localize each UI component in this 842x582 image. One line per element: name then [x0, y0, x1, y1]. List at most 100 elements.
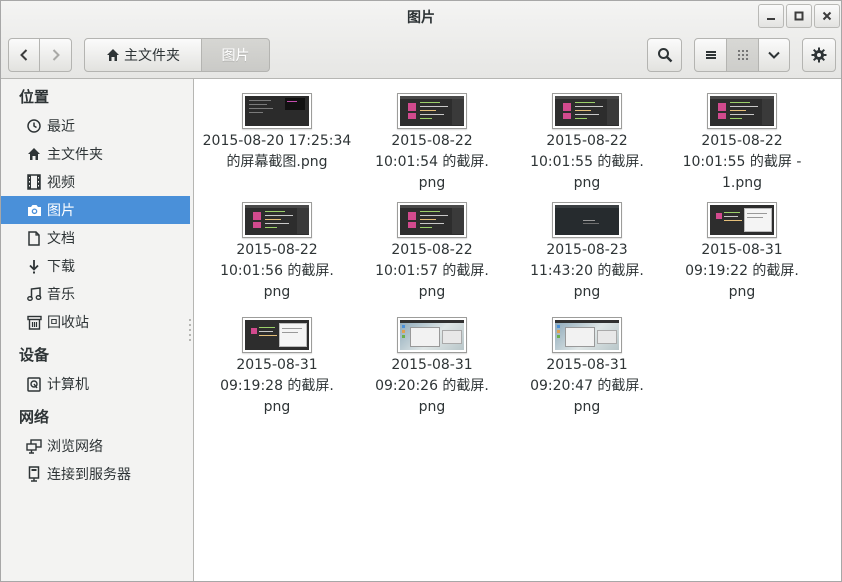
sidebar-item-home[interactable]: 主文件夹 — [1, 140, 190, 168]
view-options-button[interactable] — [758, 38, 790, 72]
file-thumbnail — [242, 202, 312, 238]
file-thumbnail — [552, 317, 622, 353]
file-thumbnail — [707, 93, 777, 129]
sidebar-item-label: 回收站 — [47, 315, 89, 331]
sidebar-item-pictures[interactable]: 图片 — [1, 196, 190, 224]
file-item[interactable]: 2015-08-20 17:25:34 的屏幕截图.png — [200, 93, 354, 173]
sidebar-item-videos[interactable]: 视频 — [1, 168, 190, 196]
section-network: 网络 — [19, 408, 50, 426]
gear-icon — [811, 47, 827, 63]
file-thumbnail — [397, 317, 467, 353]
file-thumbnail — [242, 317, 312, 353]
sidebar-item-computer[interactable]: 计算机 — [1, 370, 190, 398]
file-item[interactable]: 2015-08-31 09:19:22 的截屏. png — [665, 202, 819, 303]
chevron-left-icon — [20, 49, 28, 61]
sidebar-item-label: 图片 — [47, 203, 75, 219]
maximize-icon — [794, 11, 804, 21]
file-item[interactable]: 2015-08-31 09:20:26 的截屏. png — [355, 317, 509, 418]
computer-icon — [26, 376, 42, 392]
file-name: 2015-08-31 09:20:26 的截屏. png — [375, 357, 489, 415]
breadcrumb-current-label: 图片 — [221, 48, 250, 64]
file-name: 2015-08-31 09:19:28 的截屏. png — [220, 357, 334, 415]
sidebar-item-label: 音乐 — [47, 287, 75, 303]
minimize-button[interactable] — [758, 4, 784, 28]
clock-icon — [26, 118, 42, 134]
file-item[interactable]: 2015-08-22 10:01:55 的截屏 - 1.png — [665, 93, 819, 194]
back-button[interactable] — [8, 38, 40, 72]
file-name: 2015-08-22 10:01:57 的截屏. png — [375, 242, 489, 300]
network-icon — [26, 438, 42, 454]
sidebar-item-label: 文档 — [47, 231, 75, 247]
sidebar-item-label: 连接到服务器 — [47, 467, 131, 483]
home-icon — [107, 49, 119, 61]
sidebar-item-music[interactable]: 音乐 — [1, 280, 190, 308]
file-name: 2015-08-22 10:01:55 的截屏. png — [530, 133, 644, 191]
section-devices: 设备 — [19, 346, 50, 364]
file-name: 2015-08-22 10:01:56 的截屏. png — [220, 242, 334, 300]
section-places: 位置 — [19, 88, 50, 106]
sidebar-item-documents[interactable]: 文档 — [1, 224, 190, 252]
sidebar-item-label: 下载 — [47, 259, 75, 275]
file-grid: 2015-08-20 17:25:34 的屏幕截图.png 2015-08-22 … — [195, 79, 841, 581]
sidebar-item-label: 视频 — [47, 175, 75, 191]
window-title: 图片 — [407, 10, 435, 26]
music-icon — [26, 286, 42, 302]
sidebar-item-connect-server[interactable]: 连接到服务器 — [1, 460, 190, 488]
sidebar-resize-handle[interactable] — [189, 319, 192, 345]
file-name: 2015-08-23 11:43:20 的截屏. png — [530, 242, 644, 300]
sidebar-item-downloads[interactable]: 下载 — [1, 252, 190, 280]
close-icon — [822, 11, 832, 21]
maximize-button[interactable] — [786, 4, 812, 28]
file-item[interactable]: 2015-08-23 11:43:20 的截屏. png — [510, 202, 664, 303]
breadcrumb-home[interactable]: 主文件夹 — [84, 38, 202, 72]
trash-icon — [26, 314, 42, 330]
file-thumbnail — [707, 202, 777, 238]
forward-button[interactable] — [39, 38, 72, 72]
sidebar-item-label: 计算机 — [47, 377, 89, 393]
sidebar-item-label: 浏览网络 — [47, 439, 103, 455]
home-icon — [26, 146, 42, 162]
minimize-icon — [767, 18, 775, 20]
file-name: 2015-08-31 09:19:22 的截屏. png — [685, 242, 799, 300]
file-manager-window: 图片 主文件夹 图片 位置 最近 主文件夹 视频 图片 文档 下载 音乐 回收站… — [0, 0, 842, 582]
download-icon — [26, 258, 42, 274]
file-thumbnail — [397, 202, 467, 238]
search-button[interactable] — [647, 38, 682, 72]
file-thumbnail — [397, 93, 467, 129]
file-name: 2015-08-20 17:25:34 的屏幕截图.png — [202, 133, 352, 170]
document-icon — [26, 230, 42, 246]
file-thumbnail — [242, 93, 312, 129]
sidebar-item-trash[interactable]: 回收站 — [1, 308, 190, 336]
chevron-down-icon — [768, 51, 780, 59]
file-item[interactable]: 2015-08-22 10:01:56 的截屏. png — [200, 202, 354, 303]
sidebar-item-label: 最近 — [47, 119, 75, 135]
file-name: 2015-08-22 10:01:55 的截屏 - 1.png — [682, 133, 802, 191]
grid-view-icon — [737, 50, 748, 60]
breadcrumb-home-label: 主文件夹 — [124, 48, 180, 64]
sidebar: 位置 最近 主文件夹 视频 图片 文档 下载 音乐 回收站 设备 计算机 网络 … — [1, 79, 194, 581]
server-icon — [26, 466, 42, 482]
grid-view-button[interactable] — [726, 38, 759, 72]
file-thumbnail — [552, 202, 622, 238]
file-thumbnail — [552, 93, 622, 129]
file-item[interactable]: 2015-08-31 09:20:47 的截屏. png — [510, 317, 664, 418]
close-button[interactable] — [814, 4, 840, 28]
sidebar-item-browse-network[interactable]: 浏览网络 — [1, 432, 190, 460]
sidebar-item-label: 主文件夹 — [47, 147, 103, 163]
list-view-button[interactable] — [694, 38, 727, 72]
sidebar-item-recent[interactable]: 最近 — [1, 112, 190, 140]
search-icon — [657, 48, 672, 63]
file-item[interactable]: 2015-08-31 09:19:28 的截屏. png — [200, 317, 354, 418]
header-bar: 图片 主文件夹 图片 — [1, 1, 841, 79]
file-item[interactable]: 2015-08-22 10:01:55 的截屏. png — [510, 93, 664, 194]
film-icon — [26, 174, 42, 190]
chevron-right-icon — [52, 49, 60, 61]
file-name: 2015-08-22 10:01:54 的截屏. png — [375, 133, 489, 191]
file-item[interactable]: 2015-08-22 10:01:54 的截屏. png — [355, 93, 509, 194]
list-view-icon — [705, 51, 716, 59]
camera-icon — [26, 202, 42, 218]
file-name: 2015-08-31 09:20:47 的截屏. png — [530, 357, 644, 415]
file-item[interactable]: 2015-08-22 10:01:57 的截屏. png — [355, 202, 509, 303]
settings-button[interactable] — [802, 38, 836, 72]
breadcrumb-current[interactable]: 图片 — [201, 38, 270, 72]
